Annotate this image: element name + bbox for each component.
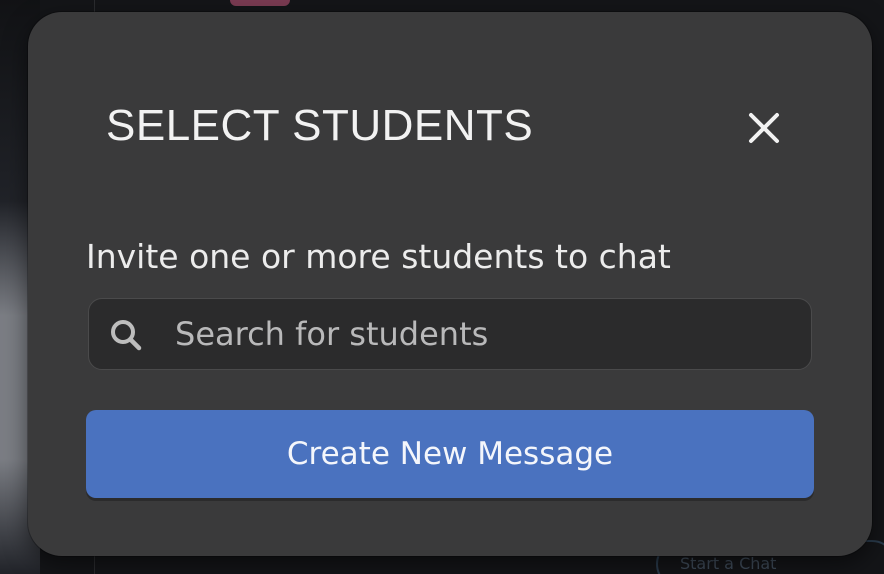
close-icon [749,113,779,143]
close-button[interactable] [738,104,790,152]
search-field[interactable] [88,298,812,370]
create-new-message-button[interactable]: Create New Message [86,410,814,498]
modal-subtitle: Invite one or more students to chat [86,237,671,276]
background-top-accent [230,0,290,6]
search-icon [111,320,142,351]
select-students-modal: SELECT STUDENTS Invite one or more stude… [28,12,872,556]
modal-title: SELECT STUDENTS [106,101,534,150]
search-input[interactable] [175,309,795,359]
